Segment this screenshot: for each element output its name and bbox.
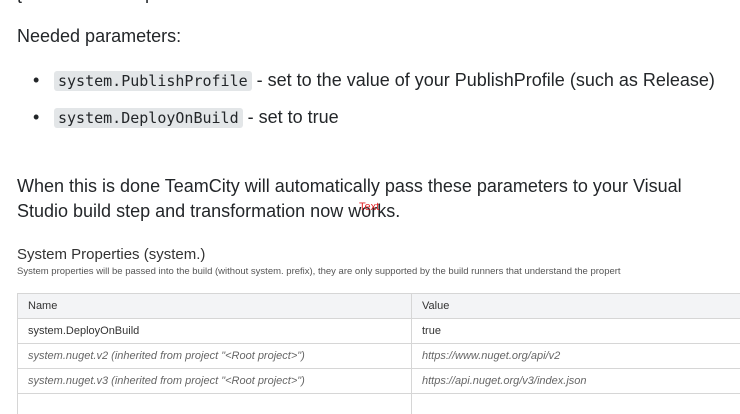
param-code: system.DeployOnBuild — [54, 108, 243, 128]
table-row[interactable] — [17, 393, 740, 414]
property-name[interactable] — [17, 393, 412, 414]
parameter-list: • system.PublishProfile - set to the val… — [17, 67, 717, 131]
list-item: • system.DeployOnBuild - set to true — [17, 104, 717, 131]
text-annotation-overlay: Text — [359, 201, 380, 213]
cropped-previous-line: t r — [17, 0, 157, 8]
param-description: - set to true — [242, 107, 339, 127]
cropped-fragment-right: r — [145, 0, 151, 6]
property-name[interactable]: system.nuget.v2 (inherited from project … — [17, 343, 412, 369]
panel-title: System Properties (system.) — [17, 246, 206, 263]
table-row[interactable]: system.nuget.v3 (inherited from project … — [17, 368, 740, 394]
property-name[interactable]: system.nuget.v3 (inherited from project … — [17, 368, 412, 394]
property-value[interactable]: https://api.nuget.org/v3/index.json — [411, 368, 740, 394]
param-description: - set to the value of your PublishProfil… — [251, 70, 715, 90]
system-properties-panel: System Properties (system.) System prope… — [17, 246, 740, 414]
properties-table: Name Value system.DeployOnBuild true sys… — [17, 293, 740, 414]
column-header-value[interactable]: Value — [411, 293, 740, 319]
table-row[interactable]: system.DeployOnBuild true — [17, 318, 740, 344]
param-code: system.PublishProfile — [54, 71, 252, 91]
property-value[interactable] — [411, 393, 740, 414]
bullet-icon: • — [33, 107, 40, 127]
property-value[interactable]: https://www.nuget.org/api/v2 — [411, 343, 740, 369]
property-value[interactable]: true — [411, 318, 740, 344]
panel-description: System properties will be passed into th… — [17, 266, 621, 277]
table-header-row: Name Value — [17, 293, 740, 319]
bullet-icon: • — [33, 70, 40, 90]
conclusion-text: When this is done TeamCity will automati… — [17, 176, 682, 221]
cropped-fragment-left: t — [17, 0, 22, 6]
intro-text: Needed parameters: — [17, 26, 182, 46]
column-header-name[interactable]: Name — [17, 293, 412, 319]
table-row[interactable]: system.nuget.v2 (inherited from project … — [17, 343, 740, 369]
list-item: • system.PublishProfile - set to the val… — [17, 67, 717, 94]
property-name[interactable]: system.DeployOnBuild — [17, 318, 412, 344]
